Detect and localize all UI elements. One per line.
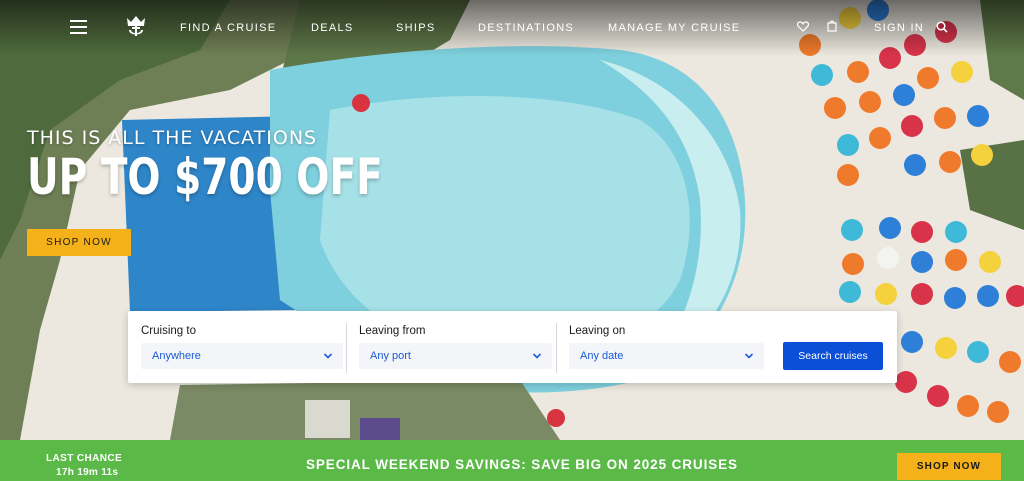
search-cruises-button[interactable]: Search cruises <box>783 342 883 370</box>
cruising-to-field: Cruising to Anywhere <box>141 311 343 383</box>
heart-icon[interactable] <box>797 21 809 32</box>
nav-link-manage-my-cruise[interactable]: MANAGE MY CRUISE <box>608 22 740 34</box>
nav-link-ships[interactable]: SHIPS <box>396 22 436 34</box>
leaving-on-field: Leaving on Any date <box>569 311 764 383</box>
cruising-to-label: Cruising to <box>141 325 196 337</box>
top-navigation: FIND A CRUISE DEALS SHIPS DESTINATIONS M… <box>0 0 1024 56</box>
chevron-down-icon <box>744 353 754 359</box>
field-divider <box>346 323 347 373</box>
promo-banner: LAST CHANCE 17h 19m 11s SPECIAL WEEKEND … <box>0 440 1024 481</box>
promo-message: SPECIAL WEEKEND SAVINGS: SAVE BIG ON 202… <box>306 457 738 472</box>
promo-shop-now-button[interactable]: SHOP NOW <box>897 453 1001 480</box>
leaving-from-field: Leaving from Any port <box>359 311 552 383</box>
countdown-timer: 17h 19m 11s <box>56 467 119 478</box>
nav-link-deals[interactable]: DEALS <box>311 22 354 34</box>
nav-link-destinations[interactable]: DESTINATIONS <box>478 22 574 34</box>
search-icon[interactable] <box>936 21 948 33</box>
leaving-on-select[interactable]: Any date <box>569 343 764 369</box>
hero-headline: UP TO $700 OFF <box>27 148 383 206</box>
cruising-to-value: Anywhere <box>152 350 201 362</box>
last-chance-label: LAST CHANCE <box>46 453 123 464</box>
leaving-on-label: Leaving on <box>569 325 626 337</box>
leaving-from-select[interactable]: Any port <box>359 343 552 369</box>
cruising-to-select[interactable]: Anywhere <box>141 343 343 369</box>
nav-link-find-a-cruise[interactable]: FIND A CRUISE <box>180 22 276 34</box>
leaving-from-value: Any port <box>370 350 411 362</box>
chevron-down-icon <box>323 353 333 359</box>
field-divider <box>556 323 557 373</box>
hero-shop-now-button[interactable]: SHOP NOW <box>27 229 131 256</box>
leaving-from-label: Leaving from <box>359 325 426 337</box>
sign-in-link[interactable]: SIGN IN <box>874 22 924 34</box>
chevron-down-icon <box>532 353 542 359</box>
hero-eyebrow: THIS IS ALL THE VACATIONS <box>27 127 318 149</box>
cruise-search-widget: Cruising to Anywhere Leaving from Any po… <box>128 311 897 383</box>
leaving-on-value: Any date <box>580 350 624 362</box>
shopping-bag-icon[interactable] <box>827 20 837 32</box>
hamburger-menu-icon[interactable] <box>70 20 87 34</box>
crown-anchor-logo-icon[interactable] <box>124 14 148 40</box>
